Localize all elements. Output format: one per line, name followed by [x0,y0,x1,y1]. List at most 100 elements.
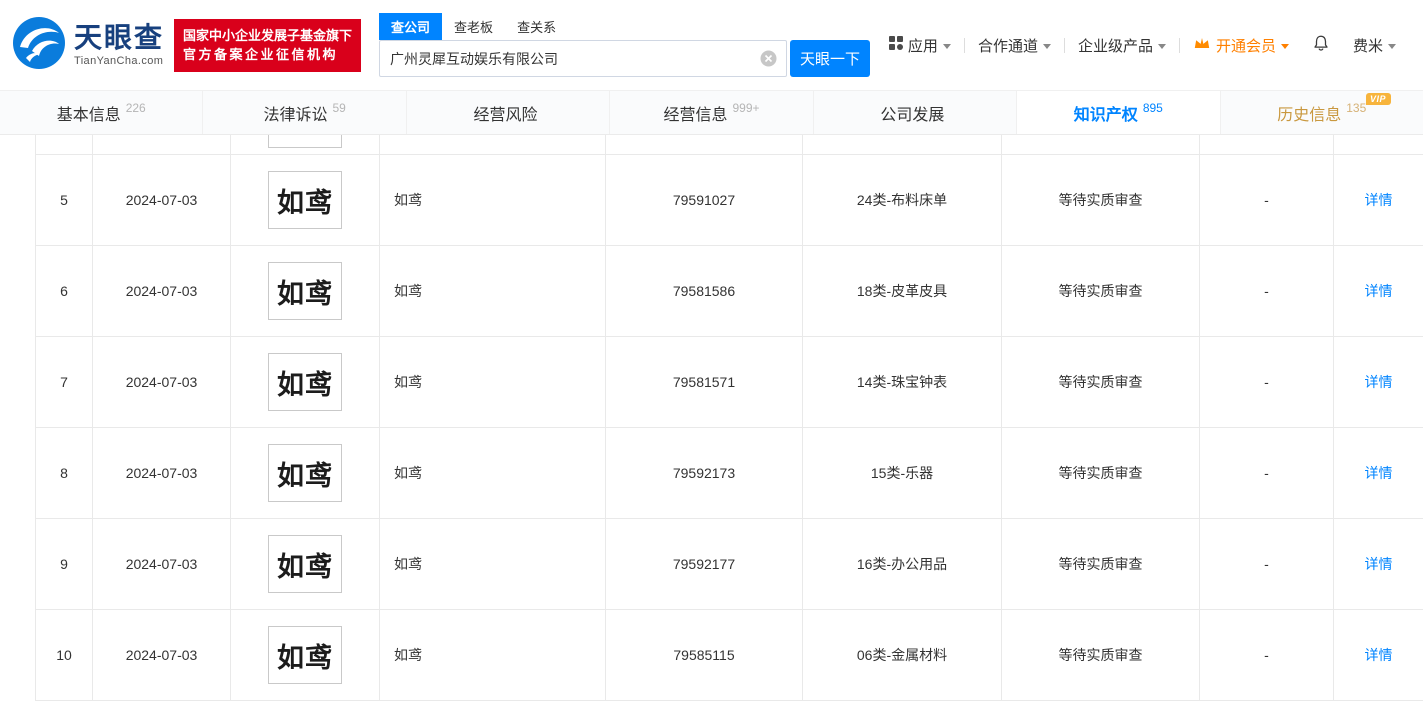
clear-search-icon[interactable] [760,50,777,67]
tab-business-info[interactable]: 经营信息 999+ [609,91,812,134]
detail-link[interactable]: 详情 [1365,463,1393,483]
tab-legal-litigation[interactable]: 法律诉讼 59 [202,91,405,134]
tab-label: 法律诉讼 [263,106,328,124]
tab-business-risk[interactable]: 经营风险 [405,91,609,134]
trademark-image[interactable]: 如鸢 [268,626,342,684]
trademark-image[interactable]: 如鸢 [268,535,342,593]
tianyancha-logo[interactable]: 天眼查 TianYanCha.com [12,16,164,75]
search-tab-boss[interactable]: 查老板 [442,13,505,40]
certification-badge: 国家中小企业发展子基金旗下 官方备案企业征信机构 [174,18,362,72]
certification-badge-line1: 国家中小企业发展子基金旗下 [183,27,353,43]
search-button[interactable]: 天眼一下 [790,40,871,77]
row-index: 10 [35,610,93,700]
nav-open-vip[interactable]: 开通会员 [1180,35,1302,56]
trademark-category: 14类-珠宝钟表 [803,337,1002,427]
detail-link[interactable]: 详情 [1365,554,1393,574]
table-row: 7 2024-07-03 如鸢 如鸢 79581571 14类-珠宝钟表 等待实… [35,337,1423,428]
chevron-down-icon [942,43,951,49]
apply-date: 2024-07-03 [93,519,231,609]
tab-count: 895 [1142,101,1163,115]
search-input[interactable] [379,40,788,77]
search-area: 查公司 查老板 查关系 天眼一下 [379,13,871,77]
trademark-image-cell: 如鸢 [231,519,380,609]
registration-number: 79591027 [606,155,803,245]
apply-date: 2024-07-03 [93,428,231,518]
tab-count: 999+ [732,101,760,115]
apply-date-cell [93,135,231,154]
tab-intellectual-property[interactable]: 知识产权 895 [1016,91,1220,134]
table-row-partial [35,135,1423,155]
action-cell [1334,135,1423,154]
tab-history-info[interactable]: VIP 历史信息 135 [1219,91,1423,134]
action-cell: 详情 [1334,428,1423,518]
search-tab-relation[interactable]: 查关系 [505,13,568,40]
registration-number-cell [606,135,803,154]
action-cell: 详情 [1334,337,1423,427]
trademark-image-fragment [268,135,342,148]
vip-badge: VIP [1365,93,1391,105]
nav-cooperation[interactable]: 合作通道 [965,35,1064,56]
row-index-cell [35,135,93,154]
tab-count: 59 [332,101,346,115]
tab-label: 经营信息 [663,106,728,124]
trademark-name: 如鸢 [380,519,606,609]
extra-cell [1200,135,1334,154]
detail-link[interactable]: 详情 [1365,645,1393,665]
nav-enterprise-label: 企业级产品 [1077,37,1153,55]
trademark-image-cell: 如鸢 [231,155,380,245]
apply-date: 2024-07-03 [93,337,231,427]
search-tab-company[interactable]: 查公司 [379,13,443,40]
trademark-status: 等待实质审查 [1002,155,1200,245]
extra-value: - [1200,610,1334,700]
crown-icon [1193,36,1211,54]
trademark-category: 24类-布料床单 [803,155,1002,245]
registration-number: 79592173 [606,428,803,518]
registration-number: 79581571 [606,337,803,427]
detail-link[interactable]: 详情 [1365,281,1393,301]
trademark-category: 06类-金属材料 [803,610,1002,700]
trademark-name-cell [380,135,606,154]
chevron-down-icon [1042,43,1051,49]
trademark-status: 等待实质审查 [1002,428,1200,518]
trademark-table: 5 2024-07-03 如鸢 如鸢 79591027 24类-布料床单 等待实… [35,135,1423,701]
tab-label: 基本信息 [56,106,121,124]
tab-basic-info[interactable]: 基本信息 226 [0,91,202,134]
detail-link[interactable]: 详情 [1365,372,1393,392]
action-cell: 详情 [1334,155,1423,245]
table-row: 9 2024-07-03 如鸢 如鸢 79592177 16类-办公用品 等待实… [35,519,1423,610]
row-index: 9 [35,519,93,609]
apps-grid-icon [888,36,903,54]
user-menu[interactable]: 费米 [1340,35,1409,56]
table-row: 5 2024-07-03 如鸢 如鸢 79591027 24类-布料床单 等待实… [35,155,1423,246]
certification-badge-line2: 官方备案企业征信机构 [183,47,339,62]
trademark-image[interactable]: 如鸢 [268,353,342,411]
apply-date: 2024-07-03 [93,155,231,245]
apply-date: 2024-07-03 [93,246,231,336]
extra-value: - [1200,519,1334,609]
trademark-status: 等待实质审查 [1002,246,1200,336]
row-index: 8 [35,428,93,518]
chevron-down-icon [1280,43,1289,49]
row-index: 5 [35,155,93,245]
tab-label: 经营风险 [473,106,538,124]
brand-name: 天眼查 [74,21,165,53]
detail-link[interactable]: 详情 [1365,190,1393,210]
notifications-button[interactable] [1302,33,1340,57]
nav-apps[interactable]: 应用 [876,35,964,56]
row-index: 7 [35,337,93,427]
trademark-image-cell: 如鸢 [231,610,380,700]
bell-icon [1312,33,1330,57]
tab-company-development[interactable]: 公司发展 [812,91,1016,134]
trademark-status: 等待实质审查 [1002,337,1200,427]
trademark-image[interactable]: 如鸢 [268,444,342,502]
apply-date: 2024-07-03 [93,610,231,700]
chevron-down-icon [1157,43,1166,49]
chevron-down-icon [1388,43,1396,49]
trademark-image[interactable]: 如鸢 [268,171,342,229]
nav-enterprise-products[interactable]: 企业级产品 [1065,35,1179,56]
username-label: 费米 [1352,37,1383,55]
action-cell: 详情 [1334,246,1423,336]
table-row: 10 2024-07-03 如鸢 如鸢 79585115 06类-金属材料 等待… [35,610,1423,701]
company-section-tabs: 基本信息 226 法律诉讼 59 经营风险 经营信息 999+ 公司发展 知识产… [0,90,1423,135]
trademark-image[interactable]: 如鸢 [268,262,342,320]
